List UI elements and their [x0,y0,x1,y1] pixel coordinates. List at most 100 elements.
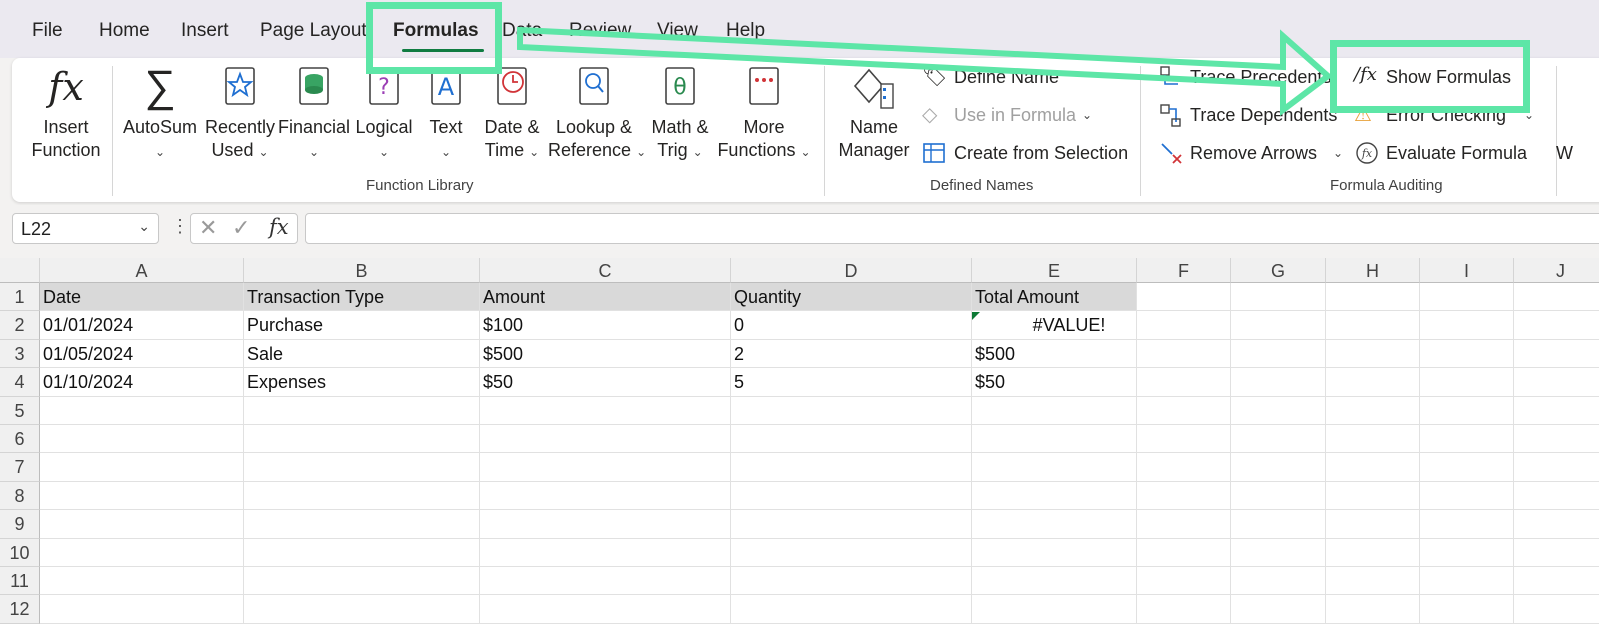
column-header-i[interactable]: I [1420,258,1514,283]
cell-i7[interactable] [1420,453,1514,482]
enter-check-icon[interactable]: ✓ [232,215,250,241]
cell-d2[interactable]: 0 [731,311,972,340]
math-trig-button[interactable]: θ Math & Trig ⌄ [644,64,716,164]
cell-f12[interactable] [1137,595,1231,624]
cell-g3[interactable] [1231,339,1326,369]
cell-g7[interactable] [1231,453,1326,482]
cell-a12[interactable] [40,595,244,624]
cell-c4[interactable]: $50 [480,368,731,397]
row-header-2[interactable]: 2 [0,311,40,340]
cell-g4[interactable] [1231,368,1326,397]
lookup-reference-button[interactable]: Lookup & Reference ⌄ [548,64,646,164]
cell-h7[interactable] [1326,453,1420,482]
column-header-d[interactable]: D [731,258,972,283]
cell-a1[interactable]: Date [40,283,244,312]
cell-j6[interactable] [1514,425,1599,454]
column-header-f[interactable]: F [1137,258,1231,283]
select-all-corner[interactable] [0,258,40,283]
cell-e4[interactable]: $50 [972,368,1137,397]
cell-a4[interactable]: 01/10/2024 [40,368,244,397]
cell-c11[interactable] [480,567,731,596]
remove-arrows-button[interactable]: Remove Arrows ⌄ [1158,140,1343,166]
cell-i12[interactable] [1420,595,1514,624]
column-header-j[interactable]: J [1514,258,1599,283]
cell-a6[interactable] [40,425,244,454]
cell-d4[interactable]: 5 [731,368,972,397]
cell-h1[interactable] [1326,283,1420,312]
name-manager-button[interactable]: Name Manager [834,64,914,162]
tab-view[interactable]: View [657,20,698,42]
cell-b9[interactable] [244,510,480,539]
cell-e3[interactable]: $500 [972,339,1137,369]
column-header-b[interactable]: B [244,258,480,283]
cell-f8[interactable] [1137,481,1231,511]
row-header-9[interactable]: 9 [0,510,40,539]
row-header-6[interactable]: 6 [0,425,40,454]
row-header-10[interactable]: 10 [0,538,40,567]
row-header-3[interactable]: 3 [0,339,40,369]
cell-j7[interactable] [1514,453,1599,482]
cell-f6[interactable] [1137,425,1231,454]
column-header-e[interactable]: E [972,258,1137,283]
tab-home[interactable]: Home [99,20,150,42]
create-from-selection-button[interactable]: Create from Selection [922,140,1128,166]
row-header-12[interactable]: 12 [0,595,40,624]
cell-a7[interactable] [40,453,244,482]
cell-c7[interactable] [480,453,731,482]
cell-a3[interactable]: 01/05/2024 [40,339,244,369]
cell-i6[interactable] [1420,425,1514,454]
watch-window-button-partial[interactable]: W [1556,140,1573,166]
logical-button[interactable]: ? Logical ⌄ [352,64,416,164]
cell-g9[interactable] [1231,510,1326,539]
cell-a8[interactable] [40,481,244,511]
cell-f9[interactable] [1137,510,1231,539]
row-header-4[interactable]: 4 [0,368,40,397]
cell-d5[interactable] [731,396,972,425]
row-header-8[interactable]: 8 [0,481,40,511]
cell-c8[interactable] [480,481,731,511]
cell-a2[interactable]: 01/01/2024 [40,311,244,340]
cell-h10[interactable] [1326,538,1420,567]
cell-f4[interactable] [1137,368,1231,397]
cell-c2[interactable]: $100 [480,311,731,340]
cell-j4[interactable] [1514,368,1599,397]
cell-e9[interactable] [972,510,1137,539]
cell-d12[interactable] [731,595,972,624]
cell-b1[interactable]: Transaction Type [244,283,480,312]
cell-j9[interactable] [1514,510,1599,539]
cell-h5[interactable] [1326,396,1420,425]
cell-j3[interactable] [1514,340,1599,369]
row-header-7[interactable]: 7 [0,453,40,482]
cell-g5[interactable] [1231,396,1326,425]
cell-g6[interactable] [1231,425,1326,454]
cell-e11[interactable] [972,567,1137,596]
tab-review[interactable]: Review [569,20,631,42]
tab-page-layout[interactable]: Page Layout [260,20,367,42]
more-functions-button[interactable]: More Functions ⌄ [716,64,812,164]
cell-g1[interactable] [1231,283,1326,312]
cell-h8[interactable] [1326,481,1420,511]
cell-b12[interactable] [244,595,480,624]
cell-f1[interactable] [1137,283,1231,312]
cell-h12[interactable] [1326,595,1420,624]
cell-b5[interactable] [244,396,480,425]
cell-e8[interactable] [972,481,1137,511]
cell-a5[interactable] [40,396,244,425]
cell-a10[interactable] [40,538,244,567]
cell-b7[interactable] [244,453,480,482]
cell-h6[interactable] [1326,425,1420,454]
cell-e5[interactable] [972,396,1137,425]
cell-e2[interactable]: #VALUE! [972,311,1137,340]
cell-g11[interactable] [1231,567,1326,596]
column-header-c[interactable]: C [480,258,731,283]
cell-e6[interactable] [972,425,1137,454]
cell-i10[interactable] [1420,538,1514,567]
cell-f3[interactable] [1137,339,1231,369]
cell-j11[interactable] [1514,567,1599,596]
cell-c5[interactable] [480,396,731,425]
cell-c10[interactable] [480,538,731,567]
cell-j10[interactable] [1514,539,1599,567]
column-header-a[interactable]: A [40,258,244,283]
cell-f5[interactable] [1137,396,1231,425]
financial-button[interactable]: Financial ⌄ [278,64,350,164]
